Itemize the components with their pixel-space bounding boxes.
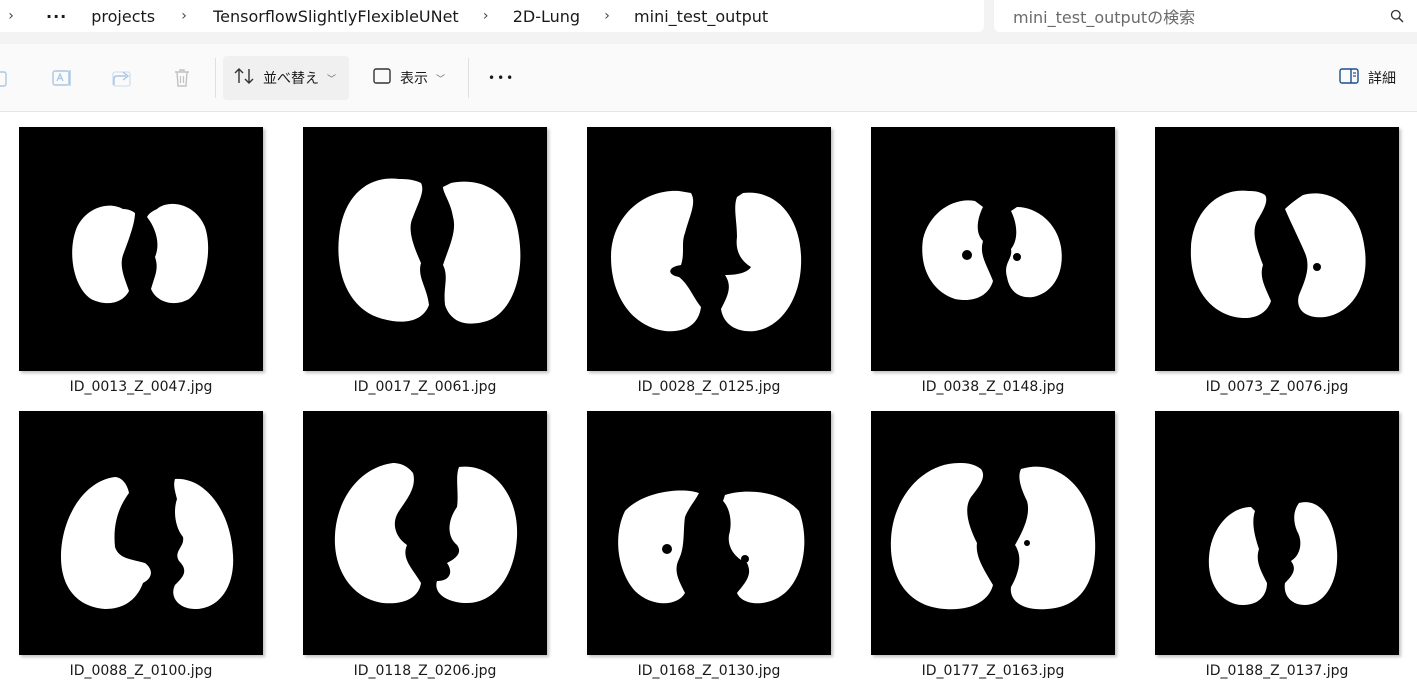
file-name[interactable]: ID_0118_Z_0206.jpg xyxy=(303,663,547,679)
file-item[interactable]: ID_0017_Z_0061.jpg xyxy=(303,127,547,395)
image-thumbnail xyxy=(303,127,547,371)
toolbar-divider xyxy=(468,58,469,98)
file-item[interactable]: ID_0013_Z_0047.jpg xyxy=(19,127,263,395)
image-thumbnail xyxy=(587,127,831,371)
breadcrumb-item-project[interactable]: TensorflowSlightlyFlexibleUNet xyxy=(205,7,467,26)
chevron-right-icon[interactable]: › xyxy=(4,8,18,24)
file-name[interactable]: ID_0038_Z_0148.jpg xyxy=(871,379,1115,395)
details-pane-icon xyxy=(1338,67,1360,89)
details-label: 詳細 xyxy=(1368,71,1396,87)
file-item[interactable]: ID_0168_Z_0130.jpg xyxy=(587,411,831,679)
file-item[interactable]: ID_0038_Z_0148.jpg xyxy=(871,127,1115,395)
command-bar: 並べ替え ﹀ 表示 ﹀ ••• 詳細 xyxy=(0,44,1417,112)
file-name[interactable]: ID_0177_Z_0163.jpg xyxy=(871,663,1115,679)
file-item[interactable]: ID_0188_Z_0137.jpg xyxy=(1155,411,1399,679)
search-box[interactable]: mini_test_outputの検索 xyxy=(994,0,1417,32)
chevron-down-icon: ﹀ xyxy=(327,74,337,85)
image-thumbnail xyxy=(871,411,1115,655)
view-icon xyxy=(372,67,392,89)
file-item[interactable]: ID_0088_Z_0100.jpg xyxy=(19,411,263,679)
breadcrumb-item-dataset[interactable]: 2D-Lung xyxy=(505,7,588,26)
sort-icon xyxy=(233,66,255,90)
file-name[interactable]: ID_0013_Z_0047.jpg xyxy=(19,379,263,395)
more-options-icon: ••• xyxy=(488,71,516,85)
breadcrumb-item-projects[interactable]: projects xyxy=(83,7,163,26)
image-thumbnail xyxy=(1155,127,1399,371)
breadcrumb: › ··· projects › TensorflowSlightlyFlexi… xyxy=(0,0,984,32)
view-label: 表示 xyxy=(400,71,428,87)
search-input[interactable]: mini_test_outputの検索 xyxy=(994,4,1377,28)
sort-button[interactable]: 並べ替え ﹀ xyxy=(223,56,349,100)
file-name[interactable]: ID_0188_Z_0137.jpg xyxy=(1155,663,1399,679)
image-thumbnail xyxy=(587,411,831,655)
rename-icon[interactable] xyxy=(50,66,74,90)
share-icon[interactable] xyxy=(110,66,134,90)
file-item[interactable]: ID_0028_Z_0125.jpg xyxy=(587,127,831,395)
details-pane-button[interactable]: 詳細 xyxy=(1328,56,1406,100)
image-thumbnail xyxy=(19,411,263,655)
file-name[interactable]: ID_0028_Z_0125.jpg xyxy=(587,379,831,395)
toolbar-divider xyxy=(215,58,216,98)
breadcrumb-item-current-folder[interactable]: mini_test_output xyxy=(626,7,776,26)
file-item[interactable]: ID_0118_Z_0206.jpg xyxy=(303,411,547,679)
search-icon[interactable] xyxy=(1377,0,1417,32)
image-thumbnail xyxy=(871,127,1115,371)
sort-label: 並べ替え xyxy=(263,71,319,87)
file-item[interactable]: ID_0177_Z_0163.jpg xyxy=(871,411,1115,679)
chevron-right-icon[interactable]: › xyxy=(600,8,614,24)
file-name[interactable]: ID_0168_Z_0130.jpg xyxy=(587,663,831,679)
file-name[interactable]: ID_0017_Z_0061.jpg xyxy=(303,379,547,395)
chevron-right-icon[interactable]: › xyxy=(177,8,191,24)
breadcrumb-overflow-button[interactable]: ··· xyxy=(36,7,77,26)
view-button[interactable]: 表示 ﹀ xyxy=(362,56,455,100)
address-bar: › ··· projects › TensorflowSlightlyFlexi… xyxy=(0,0,1417,44)
image-thumbnail xyxy=(1155,411,1399,655)
delete-icon[interactable] xyxy=(170,66,194,90)
image-thumbnail xyxy=(19,127,263,371)
file-grid: ID_0013_Z_0047.jpg ID_0017_Z_0061.jpg ID… xyxy=(0,112,1417,697)
file-name[interactable]: ID_0073_Z_0076.jpg xyxy=(1155,379,1399,395)
chevron-down-icon: ﹀ xyxy=(436,74,446,85)
file-item[interactable]: ID_0073_Z_0076.jpg xyxy=(1155,127,1399,395)
more-options-button[interactable]: ••• xyxy=(478,56,525,100)
file-name[interactable]: ID_0088_Z_0100.jpg xyxy=(19,663,263,679)
chevron-right-icon[interactable]: › xyxy=(479,8,493,24)
image-thumbnail xyxy=(303,411,547,655)
copy-icon[interactable] xyxy=(0,66,14,90)
